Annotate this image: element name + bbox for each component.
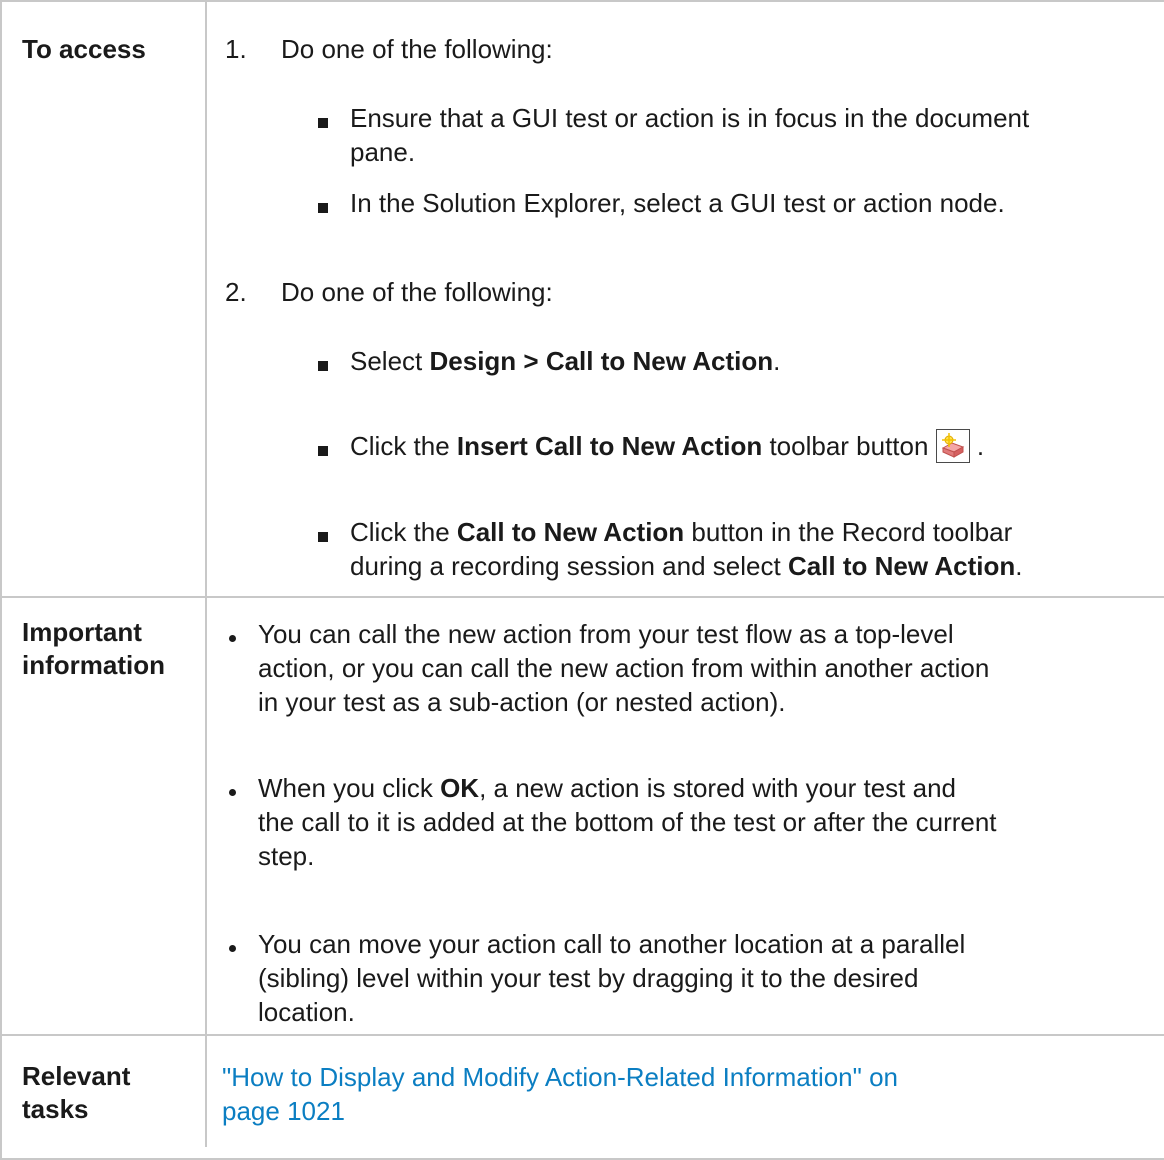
list-item: Click the Call to New Action button in t…: [350, 517, 1023, 581]
row-label-to-access: To access: [22, 34, 146, 64]
list-item: You can call the new action from your te…: [258, 619, 990, 717]
bullet-square: [318, 532, 328, 542]
bullet-square: [318, 446, 328, 456]
relevant-task-link[interactable]: "How to Display and Modify Action-Relate…: [222, 1060, 1157, 1128]
bullet-square: [318, 118, 328, 128]
list-item: When you click OK, a new action is store…: [258, 773, 997, 871]
step-text: Do one of the following:: [281, 34, 553, 64]
list-item: In the Solution Explorer, select a GUI t…: [350, 188, 1005, 218]
bullet-dot: [229, 789, 236, 796]
list-item: You can move your action call to another…: [258, 929, 966, 1027]
list-item: Click the Insert Call to New Action tool…: [350, 429, 985, 463]
bullet-square: [318, 203, 328, 213]
list-item: Ensure that a GUI test or action is in f…: [350, 103, 1030, 167]
row-label-relevant-tasks: Relevant tasks: [22, 1061, 131, 1124]
step-number: 1.: [225, 34, 247, 64]
row-to-access: To access 1. Do one of the following: En…: [0, 0, 1164, 597]
bullet-dot: [229, 635, 236, 642]
row-label-important-information: Important information: [22, 617, 165, 680]
bullet-square: [318, 361, 328, 371]
step-number: 2.: [225, 277, 247, 307]
step-text: Do one of the following:: [281, 277, 553, 307]
bullet-dot: [229, 945, 236, 952]
row-relevant-tasks: Relevant tasks "How to Display and Modif…: [0, 1035, 1164, 1160]
row-important-information: Important information You can call the n…: [0, 597, 1164, 1035]
list-item: Select Design > Call to New Action.: [350, 346, 781, 376]
insert-call-to-new-action-icon: [935, 429, 970, 463]
